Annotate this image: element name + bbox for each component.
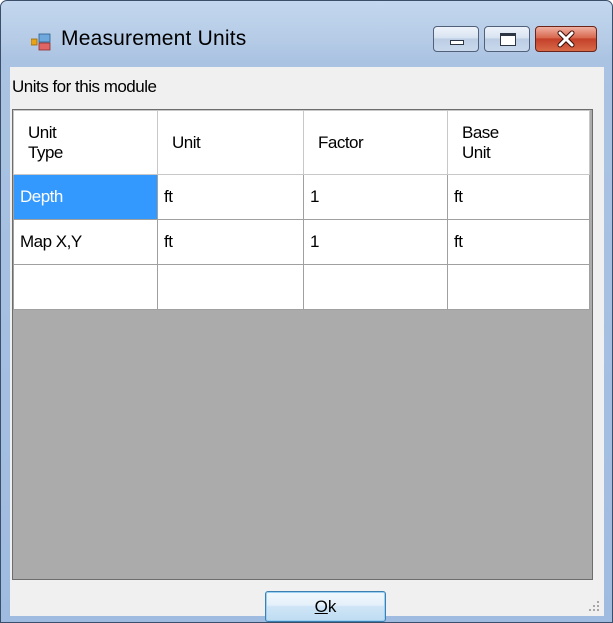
column-header-label: Factor: [318, 132, 364, 152]
column-header-unit[interactable]: Unit: [157, 110, 304, 175]
window-title: Measurement Units: [61, 27, 247, 50]
cell-base-unit[interactable]: ft: [447, 219, 590, 265]
cell-unit[interactable]: ft: [157, 174, 304, 220]
app-icon: [31, 33, 51, 51]
units-grid[interactable]: Unit Type Unit Factor Base Unit Depth ft…: [12, 109, 593, 580]
resize-grip-icon[interactable]: [586, 598, 600, 612]
grid-header-row: Unit Type Unit Factor Base Unit: [13, 110, 590, 175]
title-bar[interactable]: Measurement Units: [1, 1, 612, 59]
table-row: Depth ft 1 ft: [13, 174, 590, 220]
minimize-icon: [450, 40, 464, 45]
column-header-label: Base Unit: [462, 122, 499, 162]
table-row: Map X,Y ft 1 ft: [13, 219, 590, 265]
cell-base-unit[interactable]: [447, 264, 590, 310]
dialog-client-area: Units for this module Unit Type Unit Fac…: [10, 67, 604, 622]
column-header-base-unit[interactable]: Base Unit: [447, 110, 590, 175]
maximize-button[interactable]: [484, 26, 530, 52]
maximize-icon: [500, 33, 516, 46]
ok-button[interactable]: Ok: [265, 591, 386, 622]
cell-unit[interactable]: ft: [157, 219, 304, 265]
column-header-unit-type[interactable]: Unit Type: [13, 110, 158, 175]
ok-mnemonic: O: [314, 596, 328, 616]
column-header-label: Unit: [172, 132, 201, 152]
measurement-units-window: Measurement Units Units for this module: [0, 0, 613, 623]
ok-label: k: [327, 596, 337, 616]
cell-unit-type[interactable]: Depth: [13, 174, 158, 220]
cell-base-unit[interactable]: ft: [447, 174, 590, 220]
units-table: Unit Type Unit Factor Base Unit Depth ft…: [13, 110, 590, 310]
close-icon: [557, 30, 575, 48]
cell-factor[interactable]: [303, 264, 448, 310]
minimize-button[interactable]: [433, 26, 479, 52]
close-button[interactable]: [535, 26, 597, 52]
cell-factor[interactable]: 1: [303, 174, 448, 220]
cell-unit-type[interactable]: Map X,Y: [13, 219, 158, 265]
cell-factor[interactable]: 1: [303, 219, 448, 265]
cell-unit-type[interactable]: [13, 264, 158, 310]
new-row: [13, 264, 590, 310]
column-header-label: Unit Type: [28, 122, 63, 162]
column-header-factor[interactable]: Factor: [303, 110, 448, 175]
module-units-label: Units for this module: [12, 77, 157, 96]
cell-unit[interactable]: [157, 264, 304, 310]
